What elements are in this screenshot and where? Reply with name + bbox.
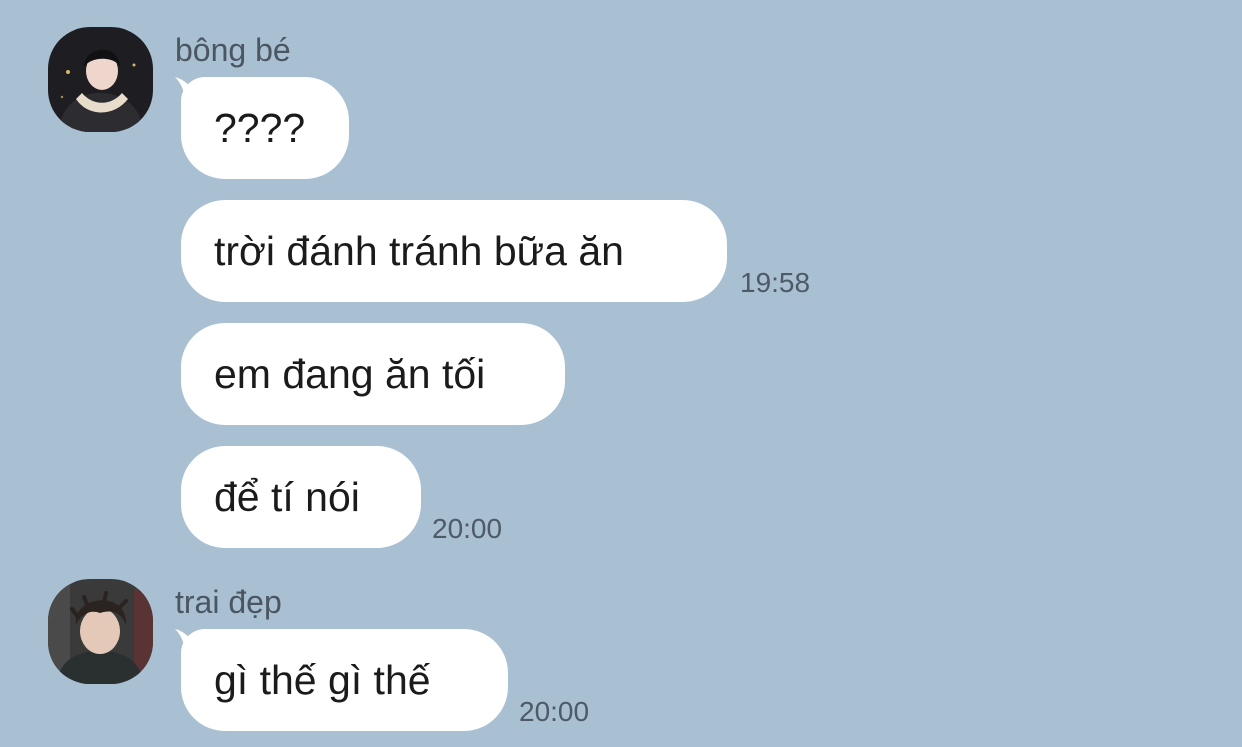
message-timestamp: 20:00 [519,696,590,727]
message-text: trời đánh tránh bữa ăn [214,227,624,274]
message-text: để tí nói [214,473,360,520]
user-avatar-messy-hair-icon [48,579,153,684]
message-bubble[interactable]: trời đánh tránh bữa ăn [181,200,727,302]
message-bubble[interactable]: để tí nói [181,446,421,548]
message-bubble[interactable]: em đang ăn tối [181,323,565,425]
sender-name: bông bé [175,32,291,68]
message-text: em đang ăn tối [214,350,486,397]
message-timestamp: 19:58 [740,267,811,298]
message-timestamp: 20:00 [432,513,503,544]
message-text: ???? [214,104,306,151]
avatar-bong-be[interactable] [48,27,153,132]
message-bubble[interactable]: ???? [181,77,349,179]
message-text: gì thế gì thế [214,656,431,703]
sender-name: trai đẹp [175,584,282,620]
avatar-trai-dep[interactable] [48,579,153,684]
message-bubble[interactable]: gì thế gì thế [181,629,508,731]
user-avatar-dark-jacket-scarf-icon [48,27,153,132]
